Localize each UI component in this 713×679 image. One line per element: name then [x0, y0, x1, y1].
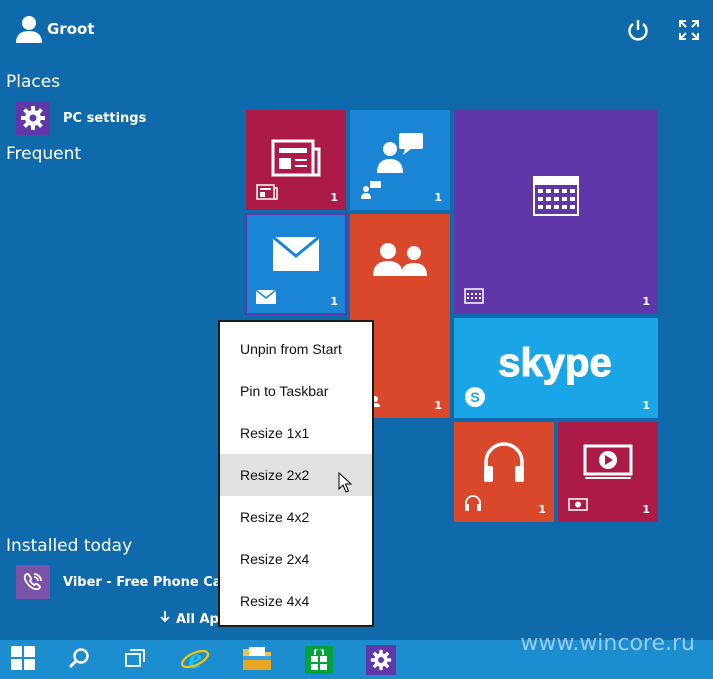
windows-start-icon [10, 645, 36, 675]
expand-icon[interactable] [678, 19, 700, 41]
mouse-cursor-icon [338, 471, 353, 494]
video-icon [583, 444, 633, 484]
headphones-small-icon [464, 494, 482, 516]
tile-calendar-badge: 1 [642, 295, 650, 308]
tile-skype-badge: 1 [642, 399, 650, 412]
user-name: Groot [47, 20, 95, 38]
arrow-down-icon [160, 611, 170, 627]
tile-news[interactable]: 1 [246, 110, 346, 210]
viber-label: Viber - Free Phone Calls [63, 574, 239, 590]
tile-video-badge: 1 [642, 503, 650, 516]
svg-text:S: S [470, 389, 479, 405]
menu-resize-4x4[interactable]: Resize 4x4 [220, 580, 372, 622]
news-icon [271, 139, 321, 181]
pc-settings-label: PC settings [63, 110, 147, 126]
menu-pin-to-taskbar[interactable]: Pin to Taskbar [220, 370, 372, 412]
frequent-heading: Frequent [6, 144, 82, 164]
viber-icon [16, 565, 50, 599]
tile-calendar[interactable]: 1 [454, 110, 658, 314]
menu-resize-2x4[interactable]: Resize 2x4 [220, 538, 372, 580]
svg-text:e: e [188, 643, 201, 673]
mail-small-icon [255, 289, 277, 308]
skype-small-icon: S [464, 386, 486, 412]
gear-icon [16, 101, 50, 135]
user-account[interactable]: Groot [14, 14, 95, 44]
skype-logo-text: skype [498, 341, 611, 385]
taskbar-store-button[interactable] [296, 640, 342, 679]
tile-people-chat-badge: 1 [434, 191, 442, 204]
menu-resize-1x1[interactable]: Resize 1x1 [220, 412, 372, 454]
news-small-icon [256, 184, 278, 204]
tile-mail[interactable]: 1 [245, 213, 347, 315]
watermark: www.wincore.ru [520, 631, 695, 656]
tile-news-badge: 1 [330, 191, 338, 204]
taskbar-file-explorer-button[interactable] [234, 640, 280, 679]
tile-people-badge: 1 [434, 399, 442, 412]
taskbar-start-button[interactable] [0, 640, 46, 679]
tile-video[interactable]: 1 [558, 422, 658, 522]
power-icon[interactable] [626, 18, 650, 42]
tile-music-badge: 1 [538, 503, 546, 516]
settings-icon [366, 644, 396, 675]
skype-logo: skype [494, 338, 616, 388]
people-icon [372, 242, 430, 282]
calendar-icon [533, 176, 579, 220]
pc-settings-item[interactable]: PC settings [16, 101, 146, 135]
mail-icon [272, 235, 320, 276]
taskbar-search-button[interactable] [56, 640, 102, 679]
people-chat-icon [375, 131, 425, 181]
tile-music[interactable]: 1 [454, 422, 554, 522]
headphones-icon [481, 440, 527, 488]
store-icon [305, 645, 333, 674]
user-avatar-icon [14, 14, 44, 44]
tile-mail-badge: 1 [330, 295, 338, 308]
menu-unpin-from-start[interactable]: Unpin from Start [220, 328, 372, 370]
search-icon [68, 647, 90, 673]
viber-item[interactable]: Viber - Free Phone Calls [16, 565, 238, 599]
people-chat-small-icon [360, 180, 382, 204]
taskbar-internet-explorer-button[interactable]: e [172, 640, 218, 679]
taskbar-task-view-button[interactable] [112, 640, 158, 679]
tile-skype[interactable]: skype S 1 [454, 318, 658, 418]
taskbar-settings-button[interactable] [358, 640, 404, 679]
installed-today-heading: Installed today [6, 536, 133, 556]
internet-explorer-icon: e [180, 642, 210, 677]
calendar-small-icon [464, 288, 484, 308]
video-small-icon [568, 497, 588, 516]
task-view-icon [124, 648, 146, 672]
tile-people-chat[interactable]: 1 [350, 110, 450, 210]
places-heading: Places [6, 72, 61, 92]
menu-resize-4x2[interactable]: Resize 4x2 [220, 496, 372, 538]
file-explorer-icon [242, 645, 272, 675]
